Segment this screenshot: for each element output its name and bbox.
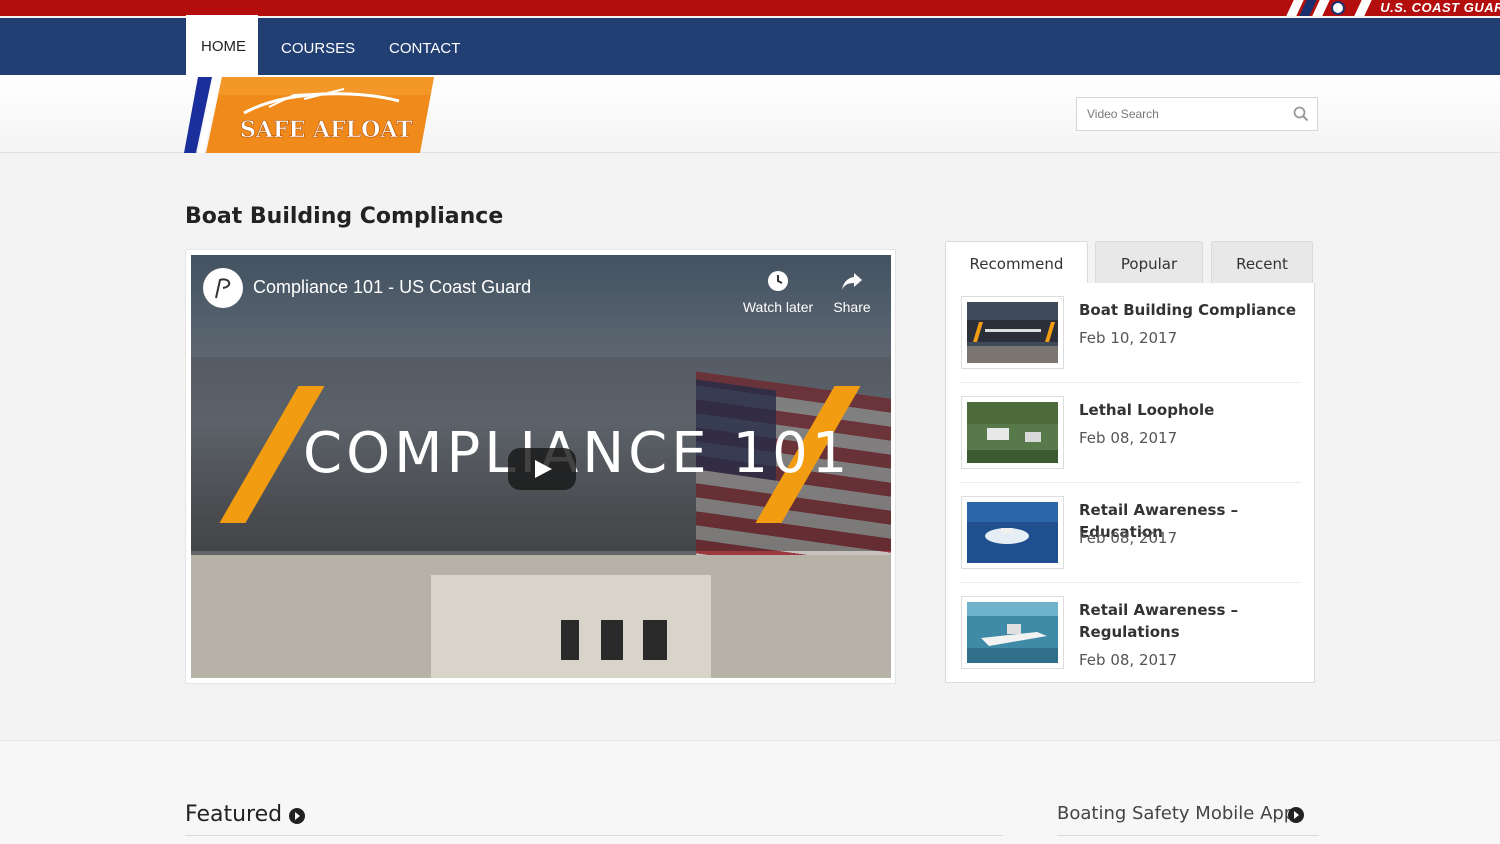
list-item-date: Feb 08, 2017 [1079, 651, 1178, 669]
list-item[interactable]: Boat Building Compliance Feb 10, 2017 [961, 283, 1301, 383]
svg-text:SAFE AFLOAT: SAFE AFLOAT [240, 117, 413, 143]
list-item-title: Retail Awareness – Regulations [1079, 601, 1239, 641]
nav-courses[interactable]: COURSES [266, 18, 370, 75]
video-search-box [1076, 97, 1318, 131]
boat-window [643, 620, 667, 660]
list-item-date: Feb 08, 2017 [1079, 529, 1178, 547]
video-title[interactable]: Compliance 101 - US Coast Guard [253, 277, 531, 298]
share-button[interactable]: Share [812, 269, 891, 315]
tab-recent[interactable]: Recent [1211, 241, 1313, 283]
share-label: Share [833, 299, 871, 315]
divider [185, 835, 1003, 836]
list-item-date: Feb 08, 2017 [1079, 429, 1178, 447]
play-icon [535, 460, 552, 478]
banner-stripe [1354, 0, 1372, 16]
coast-guard-emblem-icon [1331, 1, 1345, 15]
list-item[interactable]: Retail Awareness – Regulations Feb 08, 2… [961, 583, 1301, 683]
video-overlay-title: COMPLIANCE 101 [303, 421, 852, 486]
lower-section: Featured Boating Safety Mobile App [0, 740, 1500, 844]
list-item[interactable]: Retail Awareness – Education Feb 08, 201… [961, 483, 1301, 583]
tab-popular[interactable]: Popular [1095, 241, 1203, 283]
video-thumbnail [961, 496, 1064, 569]
recommend-panel: Boat Building Compliance Feb 10, 2017 Le… [945, 283, 1315, 683]
divider [1057, 835, 1319, 836]
list-item[interactable]: Lethal Loophole Feb 08, 2017 [961, 383, 1301, 483]
list-item-title: Lethal Loophole [1079, 401, 1215, 419]
watch-later-label: Watch later [742, 299, 814, 315]
agency-banner: U.S. COAST GUAR [0, 0, 1500, 16]
search-icon[interactable] [1293, 106, 1309, 122]
safe-afloat-logo[interactable]: SAFE AFLOAT [184, 77, 436, 153]
tab-recommend[interactable]: Recommend [945, 241, 1088, 284]
clock-icon [768, 271, 788, 291]
main-nav: HOME COURSES CONTACT [0, 15, 1500, 75]
mobile-app-heading[interactable]: Boating Safety Mobile App [1057, 803, 1295, 824]
watch-later-button[interactable]: Watch later [738, 269, 818, 315]
featured-heading: Featured [185, 802, 283, 827]
video-player[interactable]: COMPLIANCE 101 Compliance 101 - US Coast… [191, 255, 891, 678]
video-frame: COMPLIANCE 101 Compliance 101 - US Coast… [185, 249, 896, 684]
site-header: SAFE AFLOAT [0, 75, 1500, 153]
video-thumbnail [961, 596, 1064, 669]
video-search-input[interactable] [1077, 98, 1287, 130]
nav-home[interactable]: HOME [186, 15, 258, 75]
boat-window [561, 620, 579, 660]
share-arrow-icon [842, 273, 862, 290]
channel-avatar[interactable] [203, 268, 243, 308]
video-tabs: Recommend Popular Recent [945, 241, 1315, 284]
featured-arrow-icon[interactable] [289, 808, 305, 824]
video-thumbnail [961, 296, 1064, 369]
list-item-title: Boat Building Compliance [1079, 301, 1296, 319]
page-title: Boat Building Compliance [185, 204, 504, 229]
nav-contact[interactable]: CONTACT [374, 18, 475, 75]
play-button[interactable] [508, 448, 576, 490]
mobile-app-arrow-icon[interactable] [1288, 807, 1304, 823]
list-item-date: Feb 10, 2017 [1079, 329, 1178, 347]
video-thumbnail [961, 396, 1064, 469]
agency-name: U.S. COAST GUAR [1380, 0, 1500, 15]
boat-window [601, 620, 623, 660]
